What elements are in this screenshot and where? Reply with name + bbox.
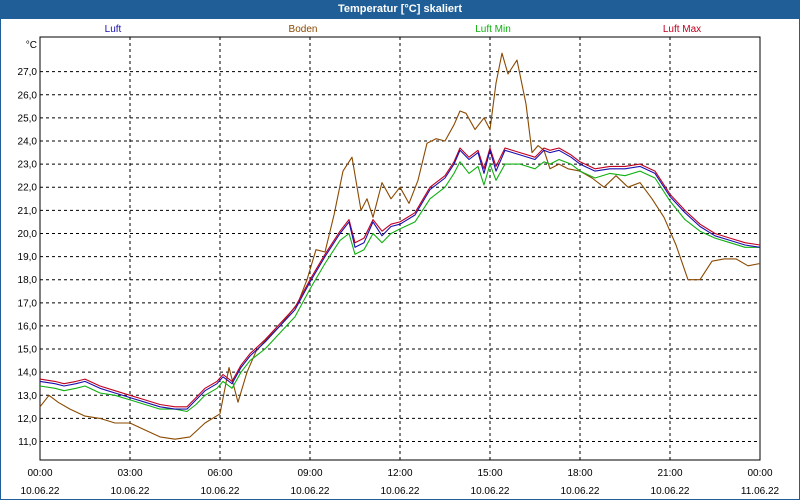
chart-area: 11,0 12,0 13,0 14,0 15,0 16,0 17,0 18,0 19,0 20,0… xyxy=(18,36,780,497)
y-tick-label: 11,0 xyxy=(18,437,37,448)
x-tick-date: 10.06.22 xyxy=(111,486,150,497)
y-tick-label: 16,0 xyxy=(18,321,38,332)
x-tick-time: 09:00 xyxy=(297,468,322,479)
x-tick-time: 06:00 xyxy=(207,468,232,479)
y-tick-label: 18,0 xyxy=(18,275,38,286)
y-tick-label: 27,0 xyxy=(18,67,38,78)
x-tick-time: 18:00 xyxy=(567,468,592,479)
x-tick-date: 10.06.22 xyxy=(561,486,600,497)
x-tick-date: 11.06.22 xyxy=(741,486,780,497)
y-tick-label: 17,0 xyxy=(18,298,38,309)
x-tick-date: 10.06.22 xyxy=(201,486,240,497)
x-tick-date: 10.06.22 xyxy=(291,486,330,497)
x-tick-time: 12:00 xyxy=(387,468,412,479)
x-tick-time: 21:00 xyxy=(657,468,682,479)
x-tick-time: 00:00 xyxy=(747,468,772,479)
x-tick-date: 10.06.22 xyxy=(21,486,60,497)
y-unit-label: °C xyxy=(26,40,37,51)
y-tick-label: 15,0 xyxy=(18,345,38,356)
x-tick-time: 00:00 xyxy=(27,468,52,479)
y-tick-label: 22,0 xyxy=(18,183,38,194)
y-tick-label: 26,0 xyxy=(18,90,38,101)
y-tick-label: 21,0 xyxy=(18,206,38,217)
y-tick-label: 25,0 xyxy=(18,113,38,124)
y-tick-label: 14,0 xyxy=(18,368,38,379)
x-tick-time: 03:00 xyxy=(117,468,142,479)
y-tick-label: 12,0 xyxy=(18,414,38,425)
y-tick-label: 23,0 xyxy=(18,160,38,171)
x-tick-date: 10.06.22 xyxy=(381,486,420,497)
x-tick-date: 10.06.22 xyxy=(471,486,510,497)
y-tick-label: 24,0 xyxy=(18,137,38,148)
x-tick-date: 10.06.22 xyxy=(651,486,690,497)
x-tick-time: 15:00 xyxy=(477,468,502,479)
y-tick-label: 19,0 xyxy=(18,252,38,263)
y-tick-label: 20,0 xyxy=(18,229,38,240)
y-tick-label: 13,0 xyxy=(18,391,38,402)
